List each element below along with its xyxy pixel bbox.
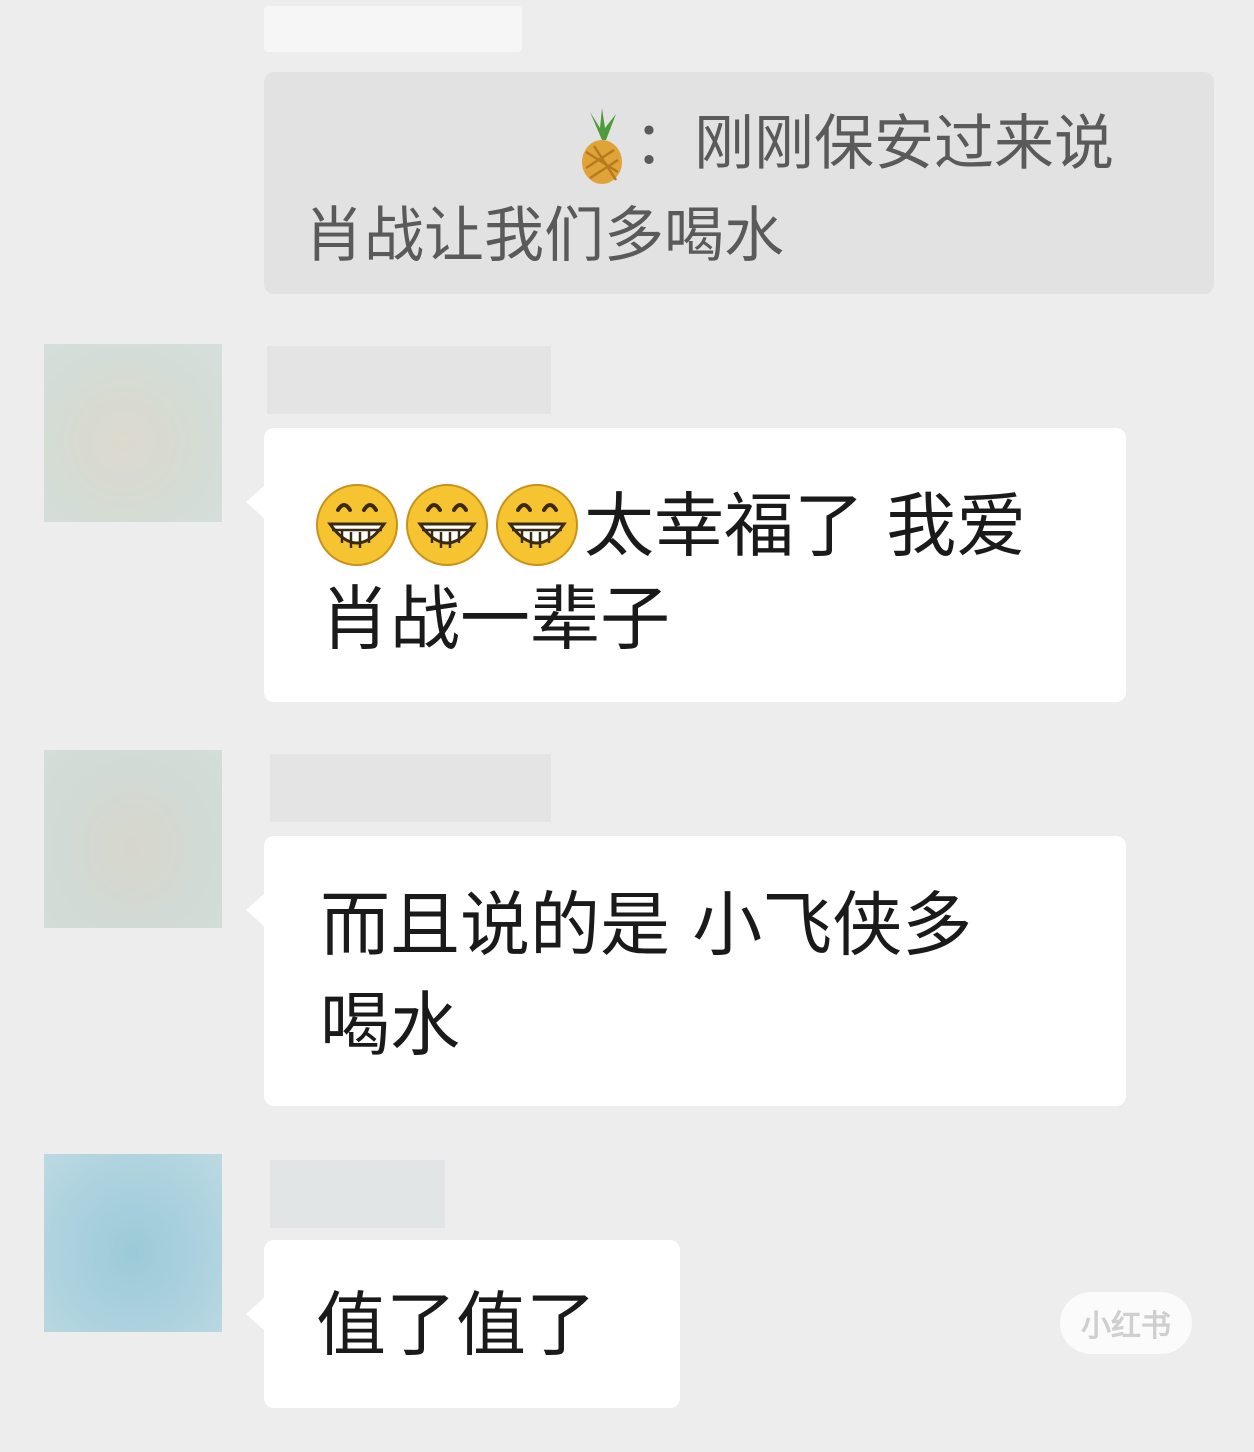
message-bubble[interactable]: 值了值了 — [246, 1240, 680, 1408]
avatar[interactable] — [44, 750, 222, 928]
message-bubble[interactable]: 而且说的是 小飞侠多 喝水 — [246, 836, 1126, 1106]
avatar[interactable] — [44, 344, 222, 522]
grinning-face-icon — [316, 484, 398, 566]
message-text-line2: 肖战一辈子 — [320, 578, 670, 660]
redacted-bar — [264, 6, 522, 52]
message-text-line2: 喝水 — [320, 984, 460, 1066]
quote-text-line1: ：刚刚保安过来说 — [634, 109, 1114, 179]
sender-name-redacted — [270, 754, 551, 822]
message-text: 值了值了 — [316, 1284, 596, 1366]
grinning-face-icon — [406, 484, 488, 566]
sender-name-redacted — [267, 346, 551, 414]
sender-name-redacted — [270, 1160, 445, 1228]
message-text-line1: 而且说的是 小飞侠多 — [320, 884, 973, 966]
message-text: 太幸福了 我爱 — [314, 480, 1026, 566]
message-bubble[interactable]: 太幸福了 我爱 肖战一辈子 — [246, 428, 1126, 702]
quote-text-line2: 肖战让我们多喝水 — [304, 201, 784, 271]
avatar[interactable] — [44, 1154, 222, 1332]
grinning-face-icon — [496, 484, 578, 566]
watermark-logo: 小红书 — [1060, 1292, 1192, 1354]
quote-card[interactable]: ：刚刚保安过来说 肖战让我们多喝水 — [264, 72, 1214, 294]
message-text-line1: 太幸福了 我爱 — [584, 485, 1027, 567]
pineapple-icon — [582, 108, 622, 184]
